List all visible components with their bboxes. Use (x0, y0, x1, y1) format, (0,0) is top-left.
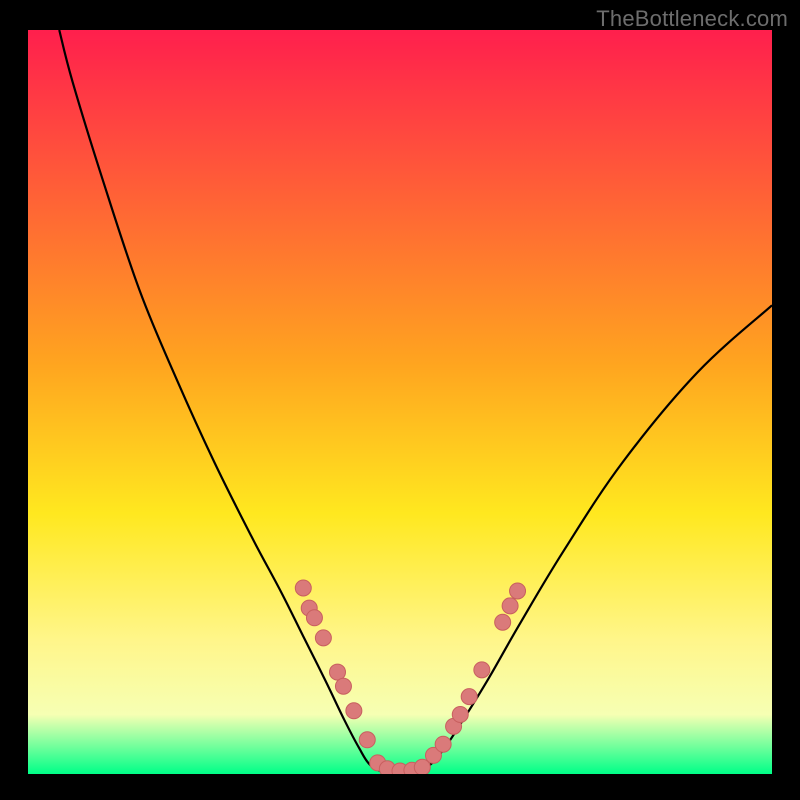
data-marker (295, 580, 311, 596)
data-marker (474, 662, 490, 678)
data-marker (461, 689, 477, 705)
data-marker (435, 736, 451, 752)
data-marker (452, 706, 468, 722)
data-marker (510, 583, 526, 599)
data-marker (335, 678, 351, 694)
data-marker (495, 614, 511, 630)
data-marker (315, 630, 331, 646)
data-marker (306, 610, 322, 626)
bottleneck-chart (28, 30, 772, 774)
watermark-text: TheBottleneck.com (596, 6, 788, 32)
data-marker (346, 703, 362, 719)
gradient-background (28, 30, 772, 774)
plot-frame (28, 30, 772, 774)
chart-stage: TheBottleneck.com (0, 0, 800, 800)
data-marker (502, 598, 518, 614)
data-marker (330, 664, 346, 680)
data-marker (359, 732, 375, 748)
